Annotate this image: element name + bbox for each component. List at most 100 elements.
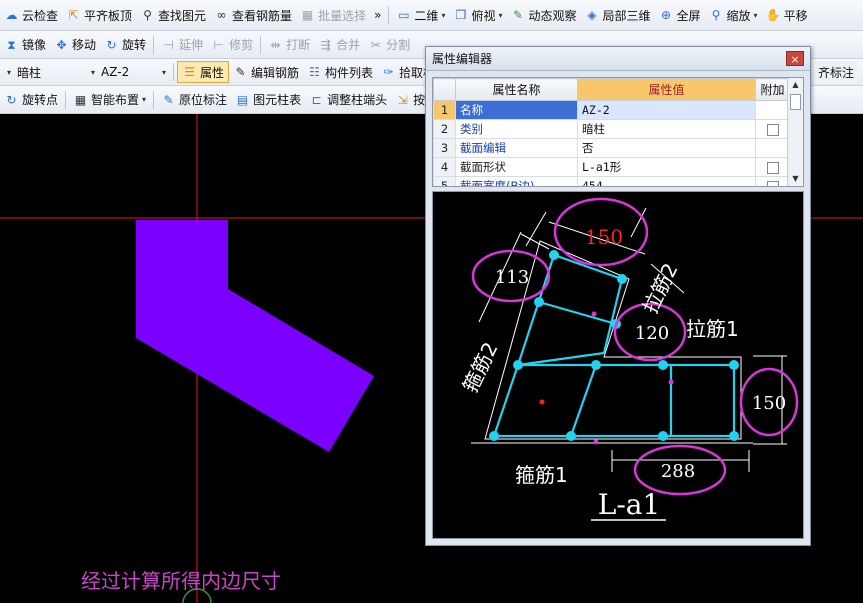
split-button[interactable]: ✂ 分割	[364, 34, 414, 56]
extra-checkbox[interactable]	[766, 123, 779, 136]
dropdown-arrow-icon[interactable]: ▾	[142, 95, 146, 104]
in-situ-label-button[interactable]: ✎ 原位标注	[157, 89, 231, 111]
property-value[interactable]: AZ-2	[577, 100, 756, 120]
align-slab-top-label: 平齐板顶	[84, 8, 133, 23]
pan-button[interactable]: ✋ 平移	[762, 4, 812, 26]
property-row[interactable]: 3 截面编辑否	[433, 138, 790, 158]
column-shape[interactable]	[136, 220, 374, 452]
properties-button[interactable]: ☰ 属性	[177, 61, 230, 83]
full-screen-button[interactable]: ⊕ 全屏	[655, 4, 705, 26]
rebar-dot	[566, 431, 576, 441]
header-name[interactable]: 属性名称	[455, 78, 578, 101]
dimension-line	[520, 233, 550, 250]
property-value[interactable]: 否	[577, 138, 756, 158]
move-button[interactable]: ✥ 移动	[50, 34, 100, 56]
extend-button[interactable]: ⊣ 延伸	[157, 34, 207, 56]
extra-checkbox[interactable]	[766, 161, 779, 174]
right-cut-label[interactable]: 齐标注	[814, 61, 859, 83]
property-row[interactable]: 2 类别 暗柱	[433, 119, 790, 139]
rebar-line	[538, 300, 617, 326]
split-label: 分割	[386, 38, 411, 52]
dynamic-observe-button[interactable]: ✎ 动态观察	[506, 4, 580, 26]
property-value[interactable]: 454	[577, 176, 756, 186]
header-value[interactable]: 属性值	[577, 78, 756, 101]
tie1-line	[492, 363, 736, 438]
section-preview: 150 113 120 150 288 拉筋1 箍筋1 箍筋2 拉筋2 L-a1	[432, 191, 804, 539]
close-button[interactable]: ×	[786, 51, 804, 66]
dialog-titlebar[interactable]: 属性编辑器 ×	[426, 47, 810, 71]
property-name[interactable]: 截面宽度(B边)	[455, 176, 578, 186]
property-name[interactable]: 类别	[455, 119, 578, 139]
property-row[interactable]: 5 截面宽度(B边) 454	[433, 176, 790, 186]
property-row[interactable]: 1 名称 AZ-2	[433, 100, 790, 120]
scroll-thumb[interactable]	[790, 94, 801, 110]
header-extra[interactable]: 附加	[755, 78, 790, 101]
zoom-label: 缩放	[726, 8, 751, 23]
pan-label: 平移	[783, 8, 808, 23]
rebar-qty-icon: ∞	[216, 8, 227, 22]
trim-button[interactable]: ⊢ 修剪	[207, 34, 257, 56]
pick-icon: ✑	[383, 65, 394, 79]
trim-label: 修剪	[229, 38, 254, 52]
dim-mid-text: 120	[635, 323, 669, 344]
grid-scrollbar[interactable]: ▲ ▼	[787, 78, 803, 186]
rebar-dot	[729, 431, 739, 441]
rotate-point-label: 旋转点	[22, 93, 59, 107]
batch-select-button[interactable]: ▦ 批量选择	[296, 4, 370, 26]
extra-checkbox[interactable]	[766, 180, 779, 186]
extension-line	[525, 211, 547, 247]
top-view-button[interactable]: ❒ 俯视 ▾	[449, 4, 506, 26]
view-rebar-qty-button[interactable]: ∞ 查看钢筋量	[210, 4, 296, 26]
property-value[interactable]: L-a1形	[577, 157, 756, 177]
partial-3d-label: 局部三维	[602, 8, 651, 23]
scroll-down-icon[interactable]: ▼	[788, 172, 803, 186]
tb4-more-button[interactable]: ⇲ 按	[391, 89, 429, 111]
dropdown-arrow-icon[interactable]: ▾	[441, 11, 445, 20]
property-name[interactable]: 截面形状	[455, 157, 578, 177]
type-combo[interactable]: ▾ 暗柱	[0, 61, 84, 83]
more-button[interactable]: »	[370, 4, 385, 26]
scroll-up-icon[interactable]: ▲	[788, 78, 803, 92]
toolbar-separator	[153, 90, 155, 109]
binoculars-icon: ⚲	[143, 8, 152, 22]
property-value[interactable]: 暗柱	[577, 119, 756, 139]
property-row[interactable]: 4 截面形状 L-a1形	[433, 157, 790, 177]
smart-layout-button[interactable]: ▦ 智能布置 ▾	[69, 89, 150, 111]
cloud-check-button[interactable]: ☁ 云检查	[0, 4, 62, 26]
component-list-button[interactable]: ☷ 构件列表	[303, 61, 377, 83]
dropdown-arrow-icon[interactable]: ▾	[498, 11, 502, 20]
toolbar-separator	[260, 35, 262, 54]
break-button[interactable]: ⇹ 打断	[264, 34, 314, 56]
break-label: 打断	[286, 38, 311, 52]
app-window: ☁ 云检查 ⇱ 平齐板顶 ⚲ 查找图元 ∞ 查看钢筋量 ▦ 批量选择» ▭ 二维 ▾ ❒ 俯视 ▾ ✎ 动态观察 ◈…	[0, 0, 863, 603]
element-column-table-button[interactable]: ▤ 图元柱表	[231, 89, 305, 111]
rotate-button[interactable]: ↻ 旋转	[100, 34, 150, 56]
name-combo[interactable]: ▾ AZ-2 ▾	[84, 61, 170, 83]
tie-lajin1-label: 拉筋1	[686, 317, 739, 341]
row-number: 2	[433, 119, 456, 139]
rebar-dot	[658, 360, 668, 370]
type-combo-caret-icon: ▾	[7, 67, 12, 77]
merge-button[interactable]: ⇶ 合并	[314, 34, 364, 56]
zoom-button[interactable]: ⚲ 缩放 ▾	[705, 4, 762, 26]
align-slab-top-button[interactable]: ⇱ 平齐板顶	[62, 4, 136, 26]
cloud-check-icon: ☁	[5, 8, 18, 22]
more-icon: ⇲	[397, 92, 408, 107]
dropdown-arrow-icon[interactable]: ▾	[754, 11, 758, 20]
find-element-button[interactable]: ⚲ 查找图元	[136, 4, 210, 26]
tie-gujin1-label: 箍筋1	[515, 463, 568, 487]
find-element-label: 查找图元	[158, 8, 207, 23]
toolbar-separator	[388, 6, 390, 24]
property-name[interactable]: 截面编辑	[455, 138, 578, 158]
toolbar-separator	[173, 63, 174, 81]
mirror-button[interactable]: ⧗ 镜像	[0, 34, 50, 56]
edit-rebar-button[interactable]: ✎ 编辑钢筋	[229, 61, 303, 83]
rotate-point-button[interactable]: ↻ 旋转点	[0, 89, 62, 111]
property-name[interactable]: 名称	[455, 100, 578, 120]
mirror-icon: ⧗	[7, 37, 16, 52]
view-2d-button[interactable]: ▭ 二维 ▾	[392, 4, 449, 26]
partial-3d-button[interactable]: ◈ 局部三维	[581, 4, 655, 26]
adjust-column-end-button[interactable]: ⊏ 调整柱端头	[305, 89, 391, 111]
property-editor-dialog[interactable]: 属性编辑器 × 属性名称 属性值 附加 1 名称 AZ-2 2 类别 暗柱 3 截面编辑否 4 截…	[425, 46, 811, 546]
in-situ-label-label: 原位标注	[179, 93, 228, 107]
